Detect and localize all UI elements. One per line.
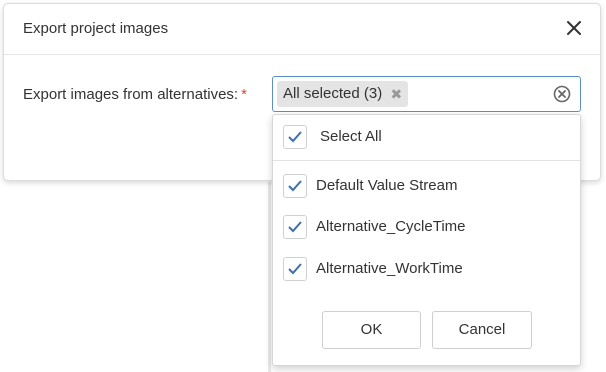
- selection-tag-label: All selected (3): [283, 85, 383, 102]
- ok-button[interactable]: OK: [322, 311, 421, 349]
- checkbox[interactable]: [283, 257, 307, 281]
- selection-tag: All selected (3) ✖: [277, 81, 409, 107]
- option-label: Alternative_WorkTime: [316, 260, 463, 277]
- field-label-text: Export images from alternatives:: [23, 86, 239, 103]
- checkbox[interactable]: [283, 215, 307, 239]
- dialog-title: Export project images: [23, 20, 169, 37]
- checkbox-select-all[interactable]: [283, 125, 307, 149]
- clear-circle-icon[interactable]: [553, 85, 571, 103]
- close-icon[interactable]: [564, 18, 584, 38]
- checkbox[interactable]: [283, 174, 307, 198]
- alternatives-field-label: Export images from alternatives: *: [23, 86, 247, 103]
- option-label: Alternative_CycleTime: [316, 218, 466, 235]
- option-label: Select All: [320, 128, 382, 145]
- backdrop-edge: [268, 182, 271, 372]
- dialog-header: Export project images: [4, 4, 600, 55]
- alternatives-multiselect[interactable]: All selected (3) ✖: [272, 76, 581, 112]
- page: Export project images Export images from…: [0, 0, 606, 372]
- alternatives-dropdown: Select All Default Value Stream Alternat…: [272, 114, 581, 366]
- dropdown-divider: [273, 160, 580, 161]
- tag-remove-icon[interactable]: ✖: [390, 81, 402, 107]
- required-marker: *: [241, 86, 247, 103]
- cancel-button[interactable]: Cancel: [432, 311, 532, 349]
- option-label: Default Value Stream: [316, 177, 458, 194]
